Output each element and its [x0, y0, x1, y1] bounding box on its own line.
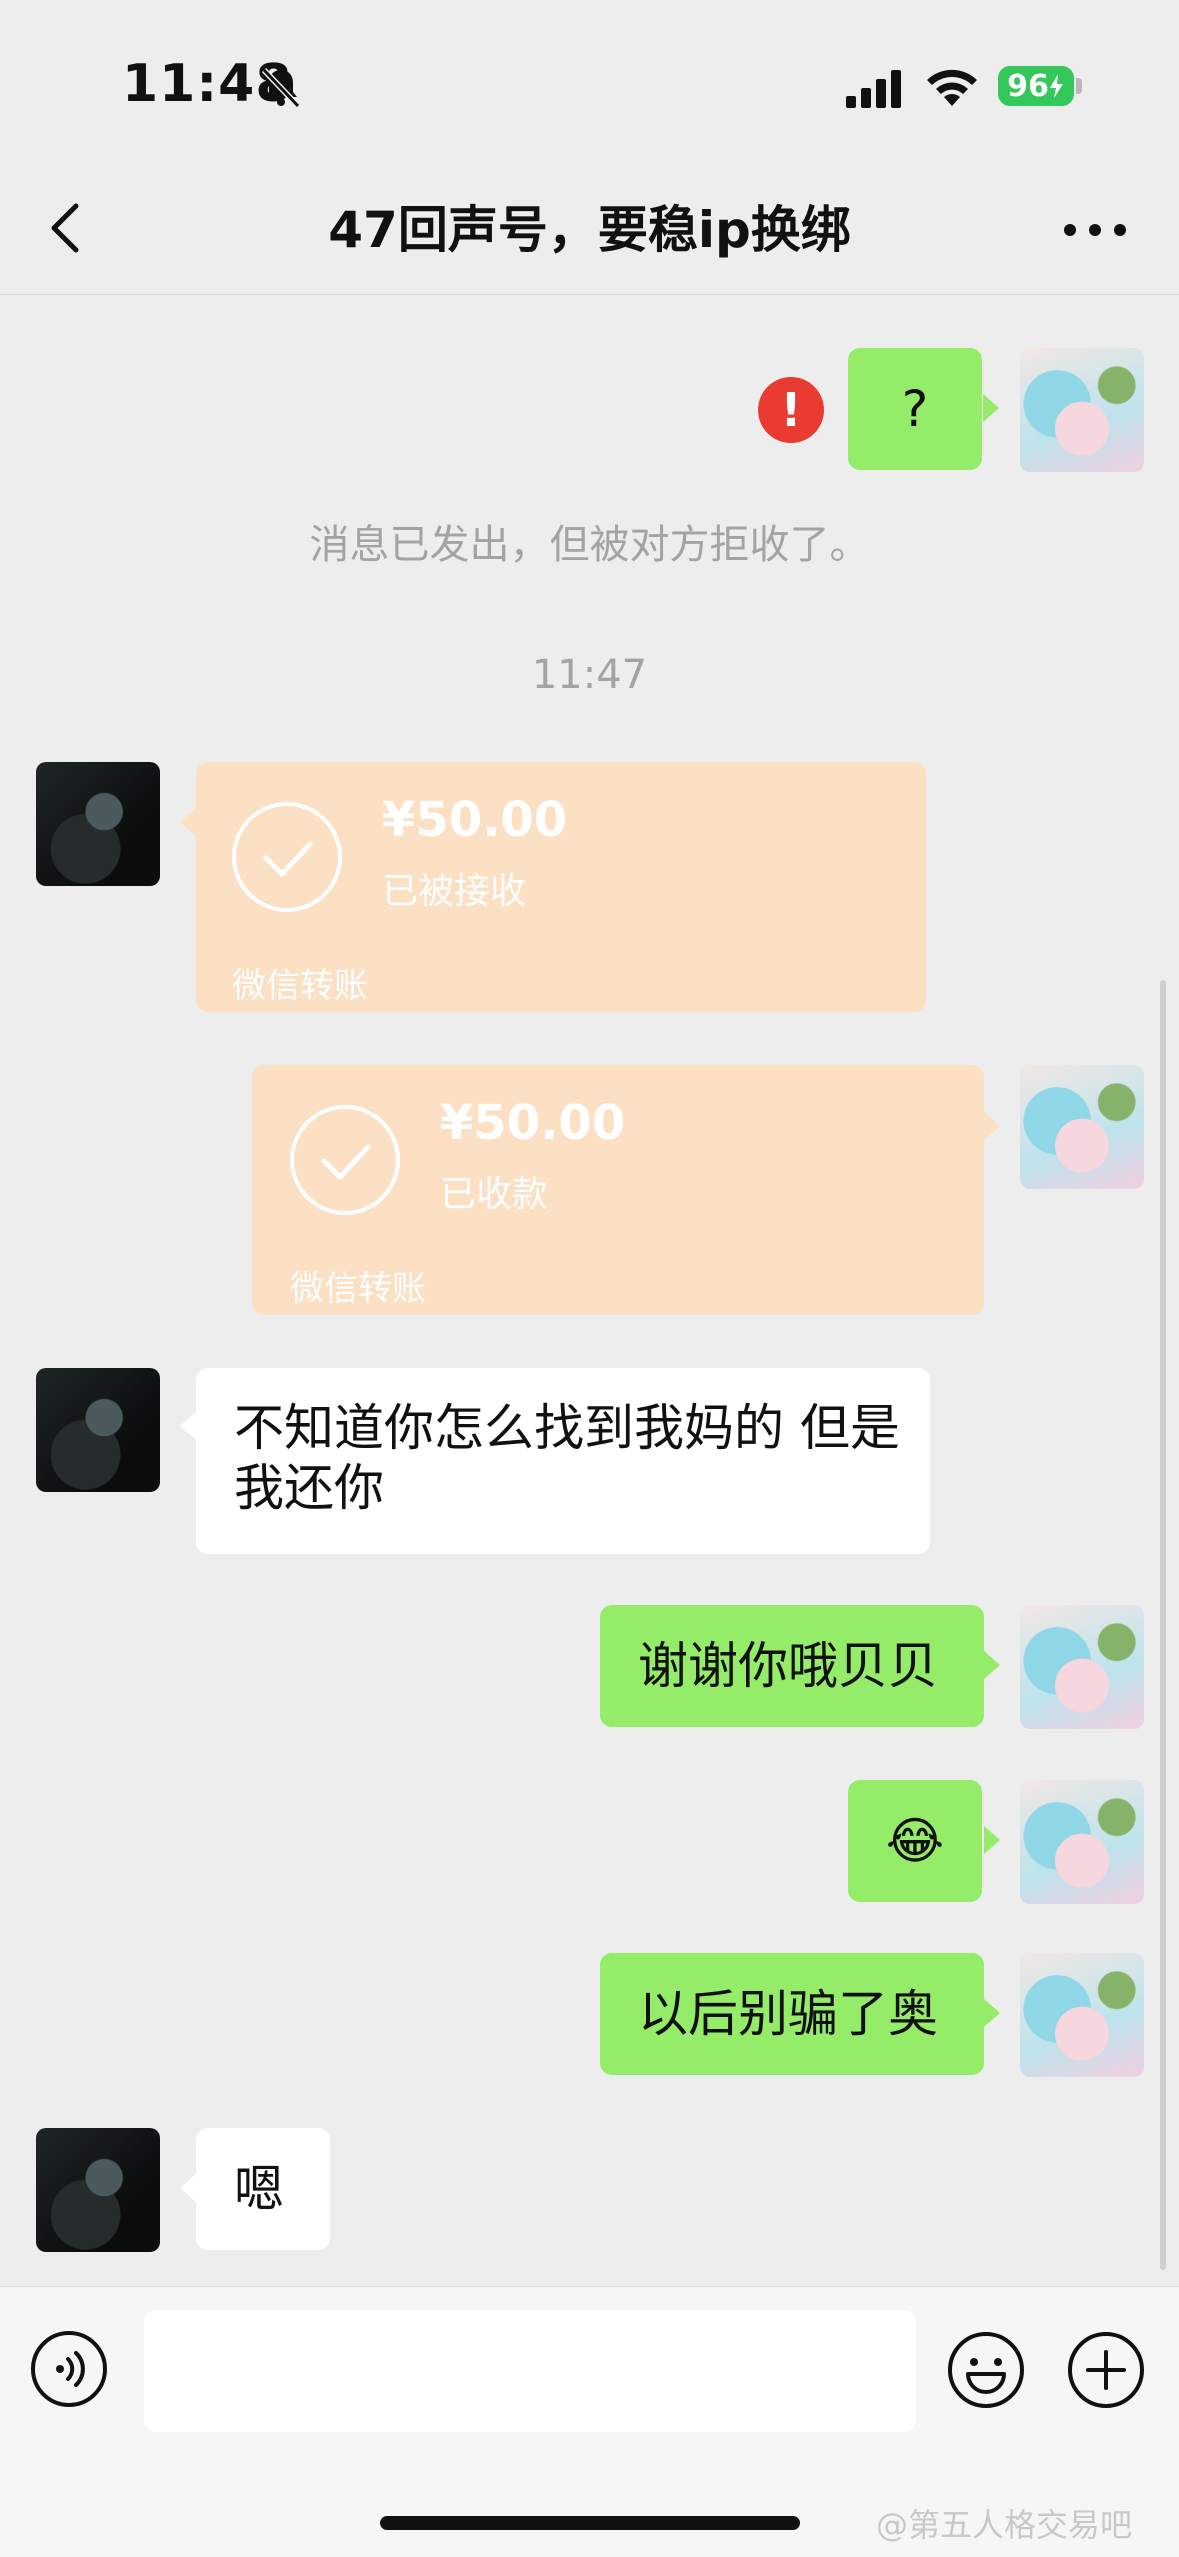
avatar-self[interactable] [1020, 1953, 1144, 2077]
signal-icon [846, 70, 901, 108]
bubble-tail [180, 808, 196, 836]
transfer-card[interactable]: ¥50.00 已收款 微信转账 [252, 1065, 984, 1315]
message-text: 谢谢你哦贝贝 [638, 1637, 938, 1695]
charging-bolt-icon [1049, 74, 1063, 98]
check-circle-icon [290, 1105, 400, 1215]
sent-bubble[interactable]: 以后别骗了奥 [600, 1953, 984, 2075]
bell-slash-icon [261, 67, 301, 109]
check-circle-icon [232, 802, 342, 912]
battery-cap [1076, 78, 1082, 94]
timestamp: 11:47 [531, 652, 648, 698]
transfer-status: 已收款 [440, 1174, 549, 1215]
avatar-self[interactable] [1020, 348, 1144, 472]
laughing-crying-emoji: 😂 [885, 1812, 945, 1870]
transfer-card[interactable]: ¥50.00 已被接收 微信转账 [196, 762, 926, 1012]
message-text: 不知道你怎么找到我妈的 但是我还你 [234, 1399, 900, 1517]
sent-bubble[interactable]: ? [848, 348, 982, 470]
avatar-contact[interactable] [36, 1368, 160, 1492]
transfer-label: 微信转账 [232, 966, 368, 1006]
more-dots-icon[interactable] [1060, 210, 1130, 250]
bubble-tail [984, 1112, 1000, 1140]
avatar-self[interactable] [1020, 1780, 1144, 1904]
avatar-contact[interactable] [36, 762, 160, 886]
rejection-notice: 消息已发出，但被对方拒收了。 [309, 522, 870, 568]
message-text: 以后别骗了奥 [638, 1985, 938, 2043]
transfer-amount: ¥50.00 [382, 792, 568, 848]
chat-title: 47回声号，要稳ip换绑 [328, 201, 851, 259]
plus-icon[interactable] [1066, 2330, 1146, 2410]
battery-level: 96 [1007, 68, 1049, 104]
scrollbar[interactable] [1160, 980, 1166, 2270]
message-text: ? [901, 380, 929, 438]
voice-icon[interactable] [30, 2330, 108, 2408]
message-text: 嗯 [234, 2160, 284, 2218]
avatar-self[interactable] [1020, 1605, 1144, 1729]
received-bubble[interactable]: 嗯 [196, 2128, 330, 2250]
bubble-tail [984, 1826, 1000, 1854]
bubble-tail [984, 1999, 1000, 2027]
received-bubble[interactable]: 不知道你怎么找到我妈的 但是我还你 [196, 1368, 930, 1554]
home-indicator[interactable] [380, 2516, 800, 2530]
transfer-label: 微信转账 [290, 1269, 426, 1309]
sent-bubble[interactable]: 谢谢你哦贝贝 [600, 1605, 984, 1727]
transfer-status: 已被接收 [382, 871, 527, 912]
wifi-icon [927, 69, 977, 106]
bubble-tail [180, 2174, 196, 2202]
battery-indicator: 96 [998, 66, 1074, 106]
bubble-tail [984, 1651, 1000, 1679]
transfer-amount: ¥50.00 [440, 1095, 626, 1151]
bubble-tail [180, 1412, 196, 1440]
watermark: @第五人格交易吧 [876, 2506, 1133, 2544]
error-icon[interactable]: ! [758, 377, 824, 443]
bubble-tail [983, 394, 999, 422]
avatar-self[interactable] [1020, 1065, 1144, 1189]
sent-bubble[interactable]: 😂 [848, 1780, 982, 1902]
avatar-contact[interactable] [36, 2128, 160, 2252]
emoji-icon[interactable] [946, 2330, 1026, 2410]
message-input[interactable] [144, 2310, 916, 2432]
